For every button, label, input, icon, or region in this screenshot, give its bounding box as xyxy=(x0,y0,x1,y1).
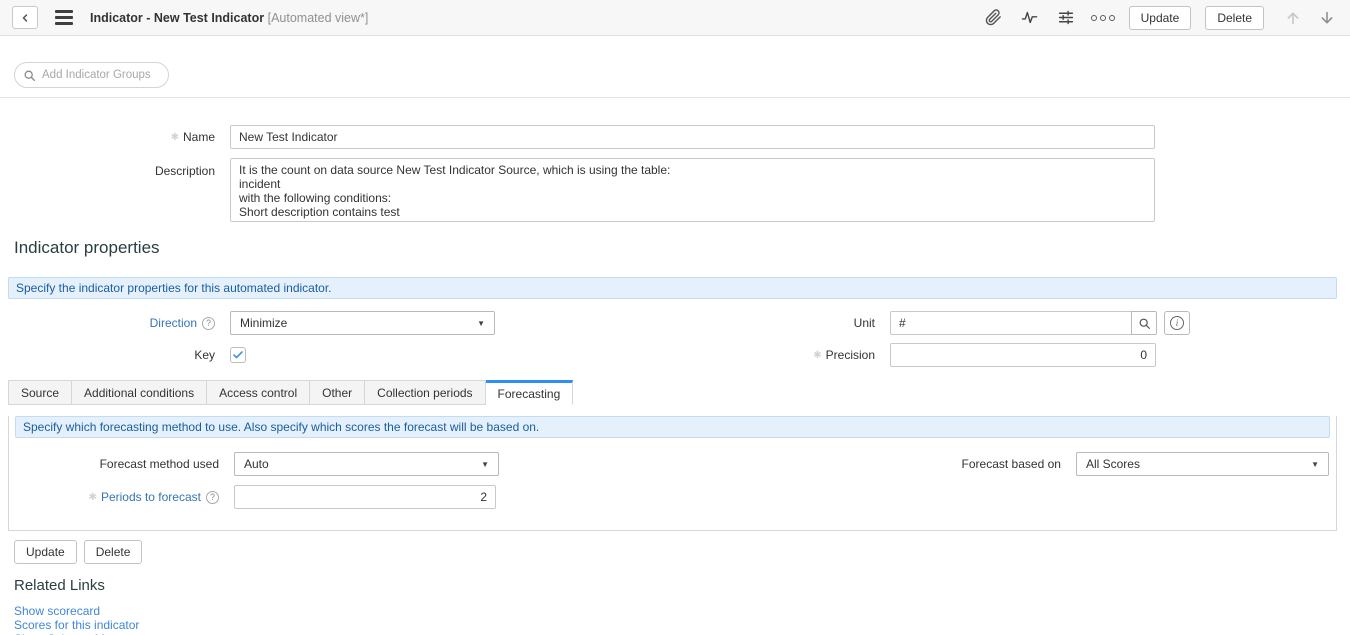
next-record-arrow-down-icon[interactable] xyxy=(1316,7,1338,29)
checkmark-icon xyxy=(232,349,244,361)
mandatory-asterisk-icon: ✱ xyxy=(171,132,179,143)
footer-delete-button[interactable]: Delete xyxy=(84,540,143,564)
back-chevron-icon xyxy=(19,12,31,24)
header-update-button[interactable]: Update xyxy=(1129,6,1192,30)
previous-record-arrow-up-icon[interactable] xyxy=(1282,7,1304,29)
direction-label[interactable]: Direction ? xyxy=(0,316,230,330)
chevron-down-icon: ▼ xyxy=(477,319,485,328)
mandatory-asterisk-icon: ✱ xyxy=(813,350,821,361)
key-label: Key xyxy=(0,348,230,362)
add-indicator-groups-search[interactable] xyxy=(14,62,169,88)
indicator-properties-heading: Indicator properties xyxy=(0,222,1350,258)
page-title: Indicator - New Test Indicator [Automate… xyxy=(90,11,368,25)
footer-update-button[interactable]: Update xyxy=(14,540,77,564)
forecast-based-on-label: Forecast based on xyxy=(669,457,1076,471)
direction-select[interactable]: Minimize▼ xyxy=(230,311,495,335)
add-indicator-groups-input[interactable] xyxy=(42,69,160,81)
unit-label: Unit xyxy=(660,316,890,330)
info-icon: i xyxy=(1170,316,1184,330)
personalize-sliders-icon[interactable] xyxy=(1055,7,1077,29)
tab-collection-periods[interactable]: Collection periods xyxy=(365,380,485,405)
properties-info-message: Specify the indicator properties for thi… xyxy=(8,277,1337,299)
tab-forecasting[interactable]: Forecasting xyxy=(486,380,574,405)
search-icon xyxy=(1138,317,1151,330)
form-header-bar: Indicator - New Test Indicator [Automate… xyxy=(0,0,1350,36)
forecasting-tab-panel: Specify which forecasting method to use.… xyxy=(8,416,1337,531)
unit-reference-info-button[interactable]: i xyxy=(1164,311,1190,335)
help-icon[interactable]: ? xyxy=(206,491,219,504)
tab-source[interactable]: Source xyxy=(8,380,72,405)
description-textarea[interactable]: It is the count on data source New Test … xyxy=(230,158,1155,222)
form-tabs: Source Additional conditions Access cont… xyxy=(8,380,1350,405)
mandatory-asterisk-icon: ✱ xyxy=(89,492,97,503)
unit-lookup-button[interactable] xyxy=(1131,311,1157,335)
tab-access-control[interactable]: Access control xyxy=(207,380,310,405)
search-icon xyxy=(23,69,36,82)
key-checkbox[interactable] xyxy=(230,347,246,363)
name-label: ✱ Name xyxy=(0,130,230,144)
header-delete-button[interactable]: Delete xyxy=(1205,6,1264,30)
name-input[interactable] xyxy=(230,125,1155,149)
link-show-scorecard[interactable]: Show scorecard xyxy=(14,604,1350,618)
precision-label: ✱ Precision xyxy=(660,348,890,362)
tab-additional-conditions[interactable]: Additional conditions xyxy=(72,380,207,405)
section-divider xyxy=(0,97,1350,98)
chevron-down-icon: ▼ xyxy=(481,460,489,469)
forecasting-info-message: Specify which forecasting method to use.… xyxy=(15,416,1330,438)
chevron-down-icon: ▼ xyxy=(1311,460,1319,469)
description-label: Description xyxy=(0,164,230,178)
back-button[interactable] xyxy=(12,6,38,29)
forecast-method-select[interactable]: Auto▼ xyxy=(234,452,499,476)
periods-to-forecast-label[interactable]: ✱ Periods to forecast ? xyxy=(9,490,234,504)
context-menu-icon[interactable] xyxy=(55,10,73,25)
forecast-based-on-select[interactable]: All Scores▼ xyxy=(1076,452,1329,476)
link-scores-for-this-indicator[interactable]: Scores for this indicator xyxy=(14,618,1350,632)
more-options-icon[interactable] xyxy=(1091,15,1115,21)
precision-input[interactable] xyxy=(890,343,1156,367)
unit-input[interactable] xyxy=(890,311,1131,335)
view-suffix: [Automated view*] xyxy=(268,11,369,25)
related-links-heading: Related Links xyxy=(14,577,1350,594)
activity-stream-icon[interactable] xyxy=(1019,7,1041,29)
forecast-method-label: Forecast method used xyxy=(9,457,234,471)
paperclip-icon[interactable] xyxy=(983,7,1005,29)
help-icon[interactable]: ? xyxy=(202,317,215,330)
periods-to-forecast-input[interactable] xyxy=(234,485,496,509)
tab-other[interactable]: Other xyxy=(310,380,365,405)
